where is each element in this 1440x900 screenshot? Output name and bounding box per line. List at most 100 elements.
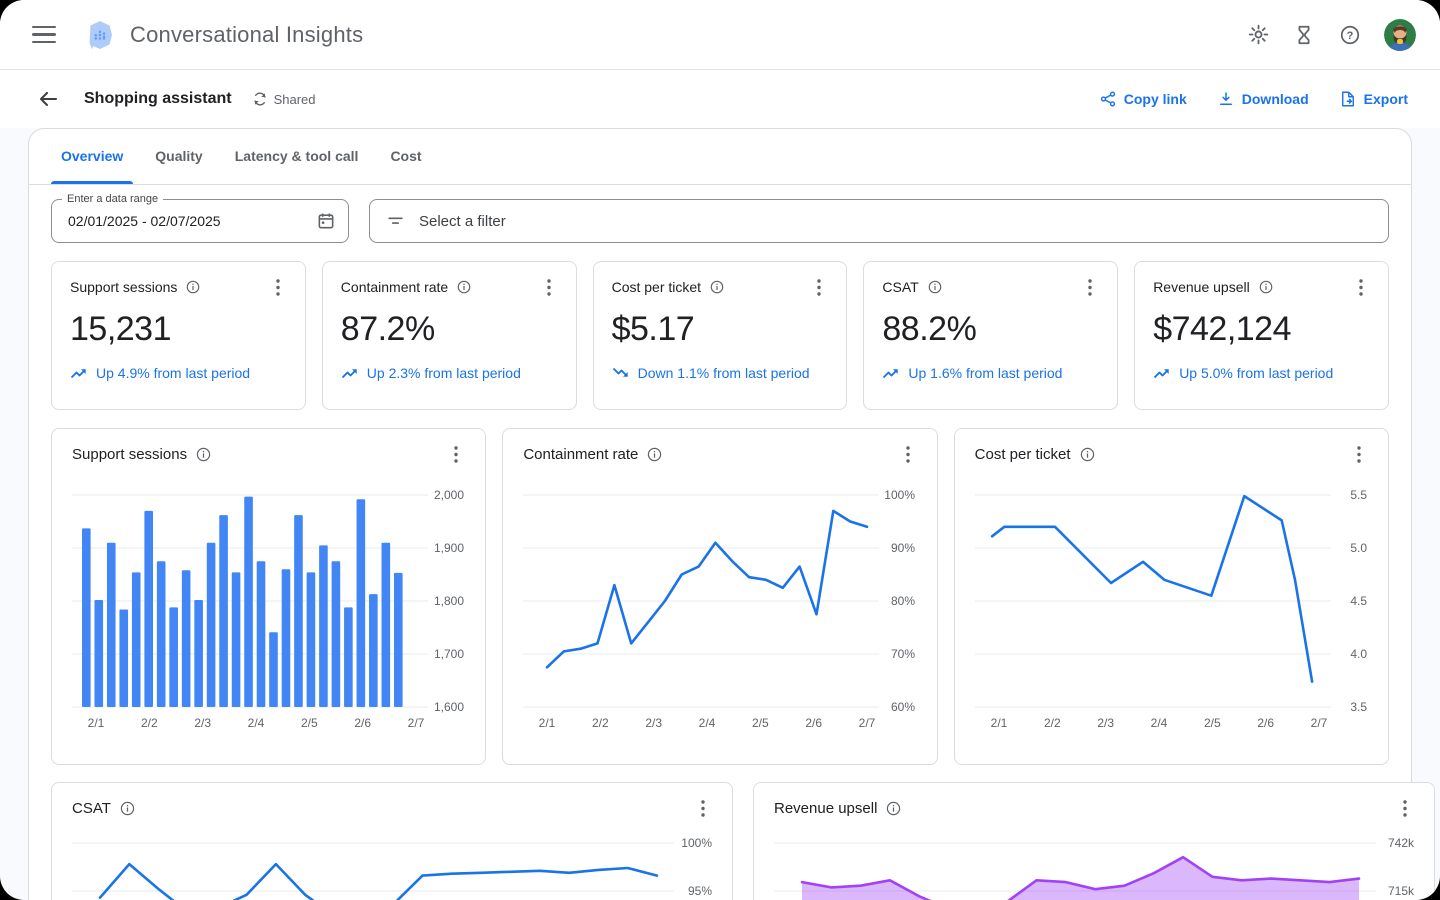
info-icon[interactable]	[927, 279, 943, 295]
report-card: Overview Quality Latency & tool call Cos…	[28, 128, 1435, 900]
avatar[interactable]	[1384, 18, 1416, 51]
info-icon[interactable]	[885, 800, 902, 817]
chart-title: CSAT	[72, 799, 111, 817]
kebab-menu-icon[interactable]	[899, 445, 917, 463]
kpi-title: Containment rate	[340, 279, 449, 295]
svg-text:2/6: 2/6	[1257, 716, 1274, 730]
svg-text:2/2: 2/2	[592, 716, 609, 730]
kebab-menu-icon[interactable]	[447, 445, 465, 463]
chart-card-support-sessions: Support sessions 2,000 1,900 1,800 1,700 1,6…	[51, 428, 487, 765]
chart-title: Support sessions	[72, 445, 188, 463]
sync-icon	[253, 92, 266, 106]
info-icon[interactable]	[709, 279, 725, 295]
svg-text:2/3: 2/3	[1097, 716, 1114, 730]
kpi-trend-text: Down 1.1% from last period	[637, 365, 810, 381]
filter-icon	[388, 217, 403, 224]
shared-label: Shared	[273, 91, 316, 107]
calendar-icon[interactable]	[316, 211, 336, 231]
info-icon[interactable]	[456, 279, 472, 295]
kpi-containment-rate: Containment rate 87.2% Up 2.3% from last…	[321, 261, 577, 410]
kpi-trend-text: Up 2.3% from last period	[366, 365, 521, 381]
kebab-menu-icon[interactable]	[1352, 278, 1370, 296]
charts-row-1: Support sessions 2,000 1,900 1,800 1,700 1,6…	[29, 410, 1411, 765]
download-label: Download	[1241, 91, 1309, 107]
svg-text:5.0: 5.0	[1350, 541, 1367, 555]
shared-status[interactable]: Shared	[252, 91, 316, 107]
copy-link-button[interactable]: Copy link	[1099, 90, 1187, 108]
app-window: Conversational Insights ? Shopping assis…	[0, 0, 1440, 900]
svg-text:2/1: 2/1	[539, 716, 556, 730]
download-button[interactable]: Download	[1217, 90, 1309, 108]
export-icon	[1341, 91, 1354, 107]
tab-overview[interactable]: Overview	[45, 128, 139, 184]
info-icon[interactable]	[1258, 279, 1274, 295]
kpi-trend-text: Up 1.6% from last period	[908, 365, 1063, 381]
kpi-value: 15,231	[70, 310, 171, 348]
info-icon[interactable]	[1079, 446, 1096, 463]
help-icon[interactable]: ?	[1338, 23, 1362, 47]
chart-card-containment-rate: Containment rate 100% 90% 80% 70% 60% 2/1 2/2 2…	[502, 428, 938, 765]
report-actions: Copy link Download Export	[1099, 90, 1408, 108]
kpi-value: $742,124	[1153, 310, 1291, 348]
svg-text:2/3: 2/3	[194, 716, 211, 730]
tab-quality[interactable]: Quality	[139, 128, 218, 184]
svg-text:2/6: 2/6	[354, 716, 371, 730]
kebab-menu-icon[interactable]	[1081, 278, 1099, 296]
svg-text:2/5: 2/5	[301, 716, 318, 730]
svg-text:2,000: 2,000	[434, 488, 464, 502]
kebab-menu-icon[interactable]	[1350, 445, 1368, 463]
cost-per-ticket-line-chart: 5.5 5.0 4.5 4.0 3.5 2/1 2/2 2/3 2/4 2/5 2/6 2/7	[974, 488, 1367, 730]
settings-icon[interactable]	[1246, 23, 1270, 47]
svg-text:2/4: 2/4	[1150, 716, 1167, 730]
info-icon[interactable]	[646, 446, 663, 463]
info-icon[interactable]	[185, 279, 201, 295]
kpi-revenue-upsell: Revenue upsell $742,124 Up 5.0% from las…	[1134, 261, 1389, 410]
svg-text:1,900: 1,900	[434, 541, 464, 555]
trending-up-icon	[883, 369, 899, 379]
chart-card-cost-per-ticket: Cost per ticket 5.5 5.0 4.5 4.0 3.5 2/1 2/2 2/3…	[953, 428, 1389, 765]
kebab-menu-icon[interactable]	[540, 278, 558, 296]
chart-card-csat: CSAT 100%95%90%85%80%2/12/22/32/42/52/62…	[51, 782, 733, 900]
kpi-title: Support sessions	[70, 279, 178, 295]
svg-text:1,800: 1,800	[434, 594, 464, 608]
info-icon[interactable]	[195, 446, 212, 463]
svg-text:1,600: 1,600	[434, 700, 464, 714]
report-title: Shopping assistant	[84, 90, 232, 107]
svg-text:100%: 100%	[885, 488, 916, 502]
kebab-menu-icon[interactable]	[269, 278, 287, 296]
chart-title: Cost per ticket	[974, 445, 1071, 463]
date-range-label: Enter a data range	[62, 193, 164, 205]
svg-text:2/4: 2/4	[248, 716, 265, 730]
kebab-menu-icon[interactable]	[1396, 799, 1414, 817]
hourglass-icon[interactable]	[1292, 23, 1316, 47]
kebab-menu-icon[interactable]	[694, 799, 712, 817]
filter-select-field[interactable]: Select a filter	[369, 199, 1389, 243]
chart-title: Revenue upsell	[774, 799, 878, 817]
tab-cost[interactable]: Cost	[374, 128, 437, 184]
kpi-title: Cost per ticket	[611, 279, 702, 295]
back-arrow-icon[interactable]	[36, 87, 60, 111]
date-range-field[interactable]: Enter a data range 02/01/2025 - 02/07/20…	[51, 193, 349, 243]
svg-text:100%: 100%	[681, 836, 712, 850]
chart-title: Containment rate	[523, 445, 639, 463]
kpi-value: 87.2%	[340, 310, 435, 348]
trending-up-icon	[341, 369, 357, 379]
svg-text:2/2: 2/2	[141, 716, 158, 730]
product-logo-icon	[89, 20, 112, 49]
kpi-value: 88.2%	[882, 310, 977, 348]
tab-latency-tool-call[interactable]: Latency & tool call	[219, 128, 375, 184]
svg-text:95%: 95%	[688, 884, 712, 898]
info-icon[interactable]	[119, 800, 136, 817]
kpi-value: $5.17	[611, 310, 695, 348]
svg-text:4.0: 4.0	[1350, 647, 1367, 661]
export-button[interactable]: Export	[1339, 90, 1408, 108]
svg-text:80%: 80%	[891, 594, 915, 608]
kebab-menu-icon[interactable]	[810, 278, 828, 296]
svg-text:60%: 60%	[891, 700, 915, 714]
menu-icon[interactable]	[32, 23, 56, 47]
app-title: Conversational Insights	[130, 21, 364, 47]
export-label: Export	[1363, 91, 1408, 107]
trending-down-icon	[612, 367, 628, 377]
svg-text:2/1: 2/1	[88, 716, 105, 730]
svg-text:2/7: 2/7	[1310, 716, 1327, 730]
